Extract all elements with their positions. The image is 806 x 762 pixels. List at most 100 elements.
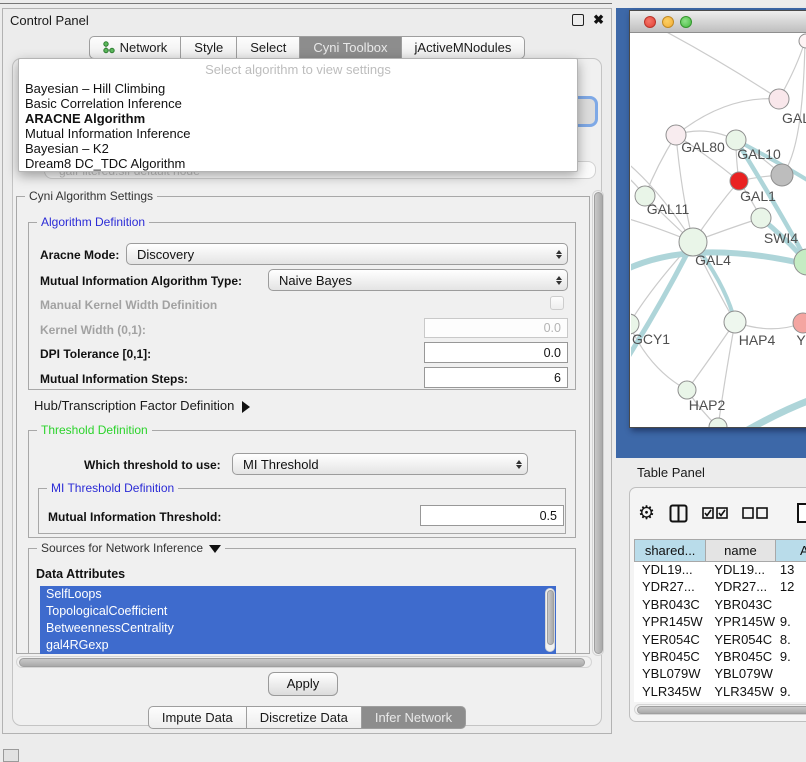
mi-steps-field[interactable]: 6	[424, 367, 568, 388]
table-cell[interactable]: YBR045C	[706, 649, 776, 666]
tab-discretize-data[interactable]: Discretize Data	[247, 706, 362, 729]
table-cell[interactable]: YDR27...	[706, 579, 776, 596]
network-edge[interactable]	[661, 33, 779, 99]
table-cell[interactable]: 9.	[776, 701, 806, 702]
tab-jactivemnodules[interactable]: jActiveMNodules	[402, 36, 526, 59]
algorithm-option[interactable]: Mutual Information Inference	[19, 126, 577, 141]
attribute-item[interactable]: BetweennessCentrality	[40, 620, 556, 637]
table-cell[interactable]: YLR345W	[634, 684, 706, 701]
new-table-icon[interactable]	[796, 502, 806, 524]
table-row[interactable]: YBR045CYBR045C9.	[634, 649, 806, 666]
table-cell[interactable]: 13	[776, 562, 806, 579]
hub-definition-expander[interactable]: Hub/Transcription Factor Definition	[34, 398, 250, 413]
select-all-checkboxes-icon[interactable]	[702, 507, 728, 519]
table-row[interactable]: YBL079WYBL079W	[634, 666, 806, 683]
table-cell[interactable]: 12	[776, 579, 806, 596]
network-edge[interactable]	[782, 41, 805, 175]
network-node[interactable]	[771, 164, 793, 186]
network-edge[interactable]	[676, 99, 779, 135]
gear-icon[interactable]: ⚙	[638, 504, 655, 523]
network-node[interactable]	[724, 311, 746, 333]
apply-button[interactable]: Apply	[268, 672, 338, 696]
attributes-scrollbar[interactable]	[545, 588, 555, 652]
table-cell[interactable]: YBL079W	[706, 666, 776, 683]
deselect-all-checkboxes-icon[interactable]	[742, 507, 768, 519]
table-cell[interactable]: YBR045C	[634, 649, 706, 666]
settings-vertical-scrollbar[interactable]	[592, 190, 604, 656]
table-row[interactable]: YJL053CYJL053C9.	[634, 701, 806, 702]
tab-infer-network[interactable]: Infer Network	[362, 706, 466, 729]
table-cell[interactable]: 9.	[776, 614, 806, 631]
table-cell[interactable]: YER054C	[706, 632, 776, 649]
table-cell[interactable]	[776, 597, 806, 614]
network-edge[interactable]	[687, 322, 735, 390]
table-cell[interactable]: YDL19...	[634, 562, 706, 579]
tab-cyni-toolbox[interactable]: Cyni Toolbox	[300, 36, 401, 59]
table-horizontal-scrollbar[interactable]	[634, 704, 806, 715]
kernel-width-field[interactable]: 0.0	[424, 318, 568, 338]
table-row[interactable]: YDR27...YDR27...12	[634, 579, 806, 596]
minimize-window-icon[interactable]	[662, 16, 674, 28]
table-cell[interactable]: 8.	[776, 632, 806, 649]
mi-type-combo[interactable]: Naive Bayes	[268, 269, 568, 291]
tab-select[interactable]: Select	[237, 36, 300, 59]
table-cell[interactable]: YBR043C	[706, 597, 776, 614]
network-node[interactable]	[751, 208, 771, 228]
split-columns-icon[interactable]	[669, 504, 688, 523]
mi-threshold-field[interactable]: 0.5	[420, 505, 564, 526]
aracne-mode-combo[interactable]: Discovery	[126, 243, 568, 265]
table-row[interactable]: YPR145WYPR145W9.	[634, 614, 806, 631]
table-header-row: shared...nameA	[634, 539, 806, 562]
column-header[interactable]: name	[706, 539, 775, 562]
table-cell[interactable]: YDL19...	[706, 562, 776, 579]
table-cell[interactable]: YJL053C	[706, 701, 776, 702]
float-panel-icon[interactable]	[572, 14, 584, 26]
algorithm-option[interactable]: Bayesian – K2	[19, 141, 577, 156]
network-node[interactable]	[769, 89, 789, 109]
settings-horizontal-scrollbar[interactable]	[16, 656, 592, 668]
algorithm-option[interactable]: Dream8 DC_TDC Algorithm	[19, 156, 577, 171]
table-cell[interactable]: 9.	[776, 649, 806, 666]
node-label: GAL4	[695, 252, 731, 268]
network-node[interactable]	[709, 418, 727, 427]
table-cell[interactable]	[776, 666, 806, 683]
tab-style[interactable]: Style	[181, 36, 237, 59]
table-row[interactable]: YDL19...YDL19...13	[634, 562, 806, 579]
table-cell[interactable]: YBL079W	[634, 666, 706, 683]
table-cell[interactable]: YJL053C	[634, 701, 706, 702]
attribute-item[interactable]: gal4RGexp	[40, 637, 556, 654]
close-window-icon[interactable]	[644, 16, 656, 28]
network-edge[interactable]	[746, 399, 806, 427]
sources-legend: Sources for Network Inference	[37, 541, 225, 555]
table-cell[interactable]: YDR27...	[634, 579, 706, 596]
table-row[interactable]: YER054CYER054C8.	[634, 632, 806, 649]
algorithm-option[interactable]: Bayesian – Hill Climbing	[19, 81, 577, 96]
table-cell[interactable]: YLR345W	[706, 684, 776, 701]
attribute-item[interactable]: SelfLoops	[40, 586, 556, 603]
tab-impute-data[interactable]: Impute Data	[148, 706, 247, 729]
dpi-tolerance-field[interactable]: 0.0	[424, 342, 568, 363]
close-panel-icon[interactable]: ✖	[593, 15, 604, 25]
table-cell[interactable]: YPR145W	[634, 614, 706, 631]
maximize-window-icon[interactable]	[680, 16, 692, 28]
network-canvas[interactable]: GALGAL80GAL10GAL1GAL11SWI4GAL4GCY1HAP4YH…	[631, 33, 806, 427]
table-cell[interactable]: 9.	[776, 684, 806, 701]
network-node[interactable]	[799, 34, 806, 48]
algorithm-option[interactable]: ARACNE Algorithm	[19, 111, 577, 126]
column-header[interactable]: shared...	[634, 539, 706, 562]
algorithm-option[interactable]: Basic Correlation Inference	[19, 96, 577, 111]
network-node[interactable]	[793, 313, 806, 333]
table-row[interactable]: YBR043CYBR043C	[634, 597, 806, 614]
tab-network[interactable]: Network	[89, 36, 182, 59]
which-threshold-combo[interactable]: MI Threshold	[232, 453, 528, 475]
network-window-titlebar[interactable]	[630, 11, 806, 33]
attribute-item[interactable]: TopologicalCoefficient	[40, 603, 556, 620]
manual-kernel-checkbox[interactable]	[550, 296, 564, 310]
table-row[interactable]: YLR345WYLR345W9.	[634, 684, 806, 701]
collapsed-panel-icon[interactable]	[3, 749, 19, 762]
expander-right-icon	[242, 401, 250, 413]
table-cell[interactable]: YER054C	[634, 632, 706, 649]
table-cell[interactable]: YBR043C	[634, 597, 706, 614]
table-cell[interactable]: YPR145W	[706, 614, 776, 631]
column-header[interactable]: A	[776, 539, 806, 562]
